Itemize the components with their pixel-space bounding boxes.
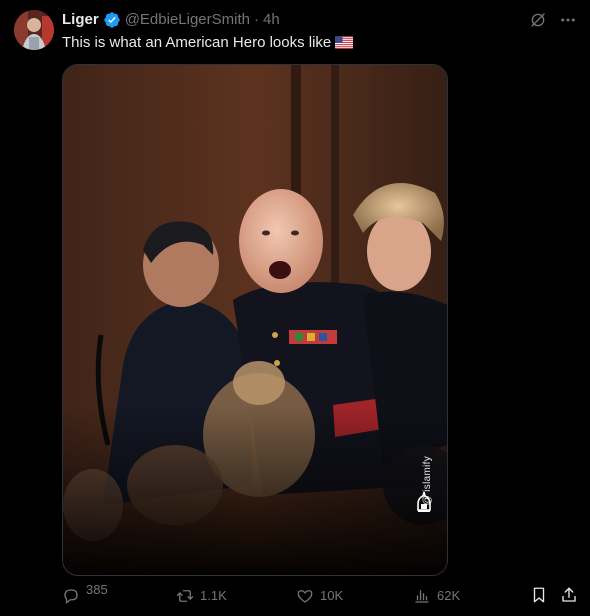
avatar[interactable] [14,10,54,50]
share-icon [562,587,576,602]
tweet-header: Liger @EdbieLigerSmith · 4h [62,10,280,30]
tweet-photo[interactable]: @ islamify [62,64,448,576]
retweet-count: 1.1K [200,588,227,603]
bookmark-icon [533,587,545,603]
top-actions [528,10,578,30]
us-flag-emoji [335,36,354,49]
share-button[interactable] [560,586,578,604]
tweet-text-content: This is what an American Hero looks like [62,34,332,51]
action-bar: 385 1.1K 10K 62K [62,582,582,612]
retweet-button[interactable]: 1.1K [176,586,227,606]
reply-button[interactable]: 385 [62,582,108,606]
display-name[interactable]: Liger [62,10,99,30]
watermark-logo-icon [417,491,431,512]
like-button[interactable]: 10K [296,586,343,606]
reply-count: 385 [86,582,108,597]
timestamp[interactable]: 4h [263,10,280,30]
verified-badge-icon [103,11,121,29]
like-count: 10K [320,588,344,603]
reply-icon [64,589,78,604]
avatar-image [14,10,54,50]
separator: · [253,11,259,28]
tweet: Liger @EdbieLigerSmith · 4h This is what… [0,0,590,616]
views-icon [415,590,429,603]
bookmark-button[interactable] [530,586,548,604]
handle[interactable]: @EdbieLigerSmith [125,10,250,30]
tweet-text: This is what an American Hero looks like [62,33,354,53]
views-button[interactable]: 62K [413,586,460,606]
more-icon[interactable] [558,10,578,30]
photo-image [63,65,447,575]
retweet-icon [176,590,194,602]
views-count: 62K [437,588,461,603]
grok-icon[interactable] [528,10,548,30]
heart-icon [297,590,313,603]
